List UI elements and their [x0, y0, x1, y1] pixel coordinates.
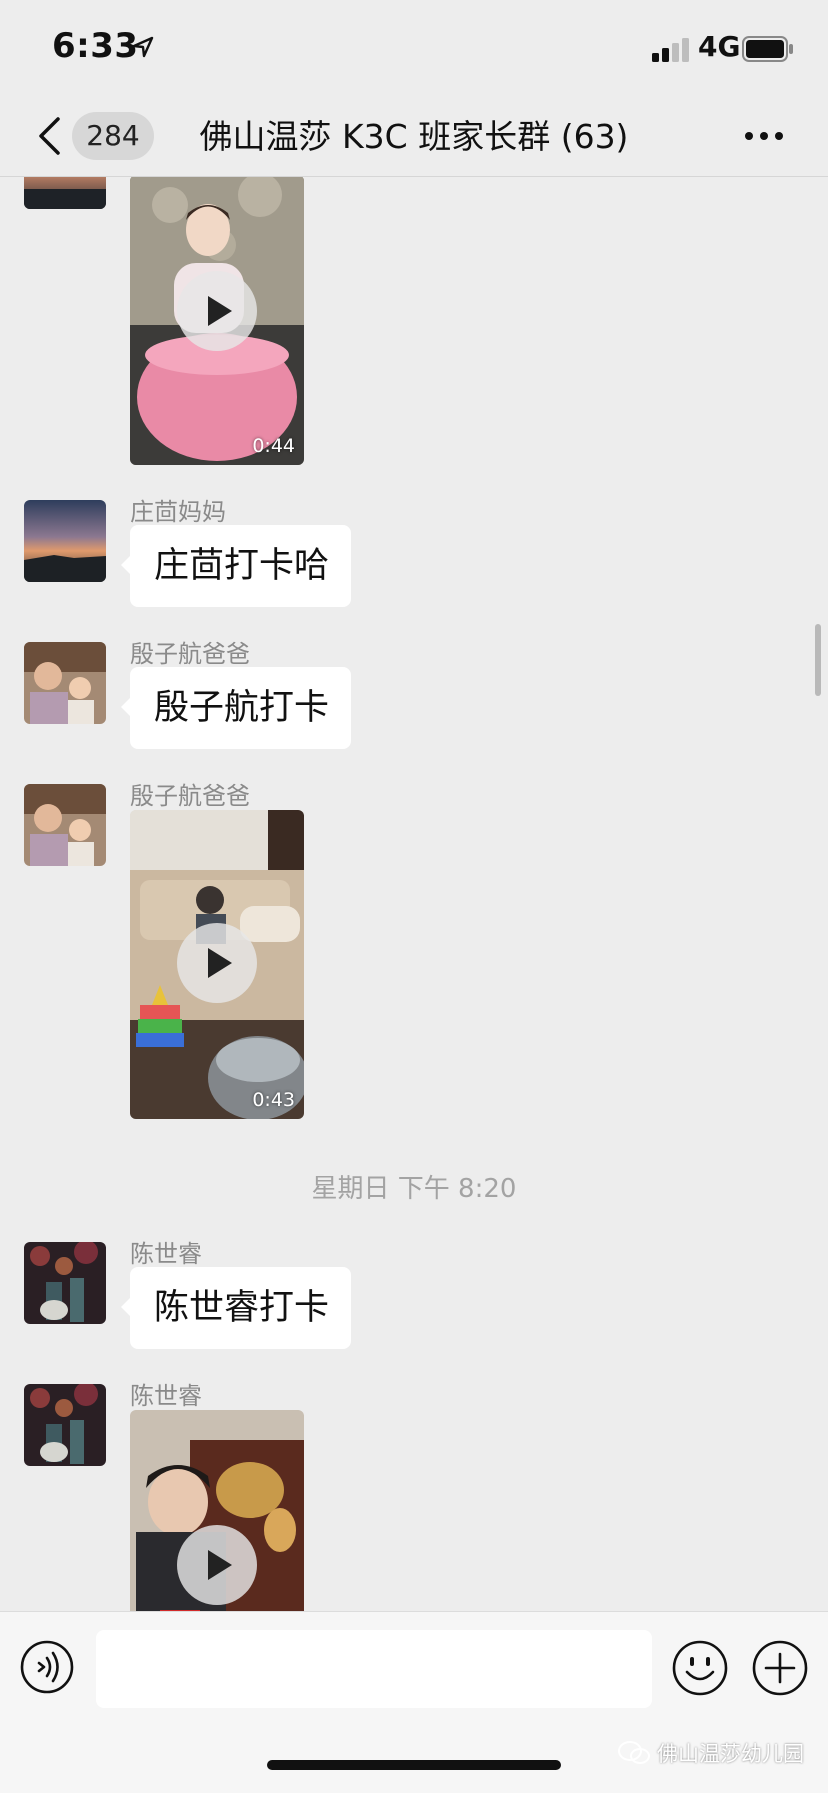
message-bubble[interactable]: 殷子航打卡 — [121, 667, 351, 749]
status-time: 6:33 — [52, 26, 139, 66]
video-duration: 0:44 — [252, 435, 295, 457]
scrollbar[interactable] — [815, 624, 821, 696]
status-bar: 6:33 4G — [0, 0, 828, 100]
emoji-icon[interactable] — [672, 1640, 728, 1696]
sender-name: 庄茴妈妈 — [130, 498, 226, 526]
battery-icon — [742, 36, 793, 62]
play-icon[interactable] — [177, 271, 257, 351]
message-bubble[interactable]: 陈世睿打卡 — [121, 1267, 351, 1349]
message-list[interactable]: 0:44 庄茴妈妈 庄茴打卡哈 殷子航爸爸 殷子航打卡 殷子航爸爸 0:43 星… — [0, 177, 828, 1611]
location-arrow-icon — [132, 36, 154, 58]
chat-header: 284 佛山温莎 K3C 班家长群 (63) — [0, 100, 828, 177]
avatar[interactable] — [24, 642, 106, 724]
watermark-text: 佛山温莎幼儿园 — [657, 1742, 804, 1766]
video-duration: 0:43 — [252, 1089, 295, 1111]
unread-count-badge[interactable]: 284 — [72, 112, 154, 160]
video-message[interactable] — [130, 1410, 304, 1611]
home-indicator[interactable] — [267, 1760, 561, 1770]
avatar[interactable] — [24, 1384, 106, 1466]
sender-name: 陈世睿 — [130, 1240, 202, 1268]
sender-name: 殷子航爸爸 — [130, 782, 250, 810]
sender-name: 陈世睿 — [130, 1382, 202, 1410]
video-message[interactable]: 0:44 — [130, 177, 304, 465]
more-dots-icon[interactable] — [744, 130, 784, 142]
message-bubble[interactable]: 庄茴打卡哈 — [121, 525, 351, 607]
chat-title: 佛山温莎 K3C 班家长群 (63) — [199, 117, 629, 156]
signal-icon — [652, 38, 689, 62]
plus-icon[interactable] — [752, 1640, 808, 1696]
avatar[interactable] — [24, 1242, 106, 1324]
avatar[interactable] — [24, 500, 106, 582]
sender-name: 殷子航爸爸 — [130, 640, 250, 668]
back-chevron-icon[interactable] — [36, 116, 62, 156]
network-type: 4G — [698, 30, 741, 63]
avatar[interactable] — [24, 784, 106, 866]
video-message[interactable]: 0:43 — [130, 810, 304, 1119]
watermark: 佛山温莎幼儿园 — [617, 1738, 804, 1768]
avatar[interactable] — [24, 177, 106, 209]
voice-icon[interactable] — [20, 1640, 74, 1694]
play-icon[interactable] — [177, 923, 257, 1003]
play-icon[interactable] — [177, 1525, 257, 1605]
message-input[interactable] — [96, 1630, 652, 1708]
timestamp-divider: 星期日 下午 8:20 — [311, 1174, 517, 1204]
wechat-logo-icon — [618, 1741, 650, 1764]
